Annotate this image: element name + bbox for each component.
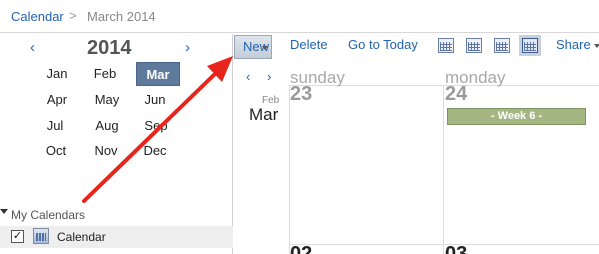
new-button[interactable]: New: [234, 35, 272, 59]
calendar-list-item[interactable]: ✓ Calendar: [0, 226, 233, 248]
grid-divider: [289, 85, 290, 254]
toolbar: New Delete Go to Today Share: [233, 34, 599, 64]
month-oct[interactable]: Oct: [37, 139, 75, 163]
sidebar: ‹ 2014 › Jan Feb Mar Apr May Jun Jul Aug…: [0, 34, 233, 254]
day-number[interactable]: 23: [290, 83, 312, 106]
row-header-month: Mar: [249, 105, 279, 124]
day-number[interactable]: 24: [445, 83, 467, 106]
my-calendars-label: My Calendars: [11, 208, 86, 222]
breadcrumb-calendar-link[interactable]: Calendar: [11, 9, 64, 24]
delete-button[interactable]: Delete: [290, 37, 328, 52]
go-to-today-button[interactable]: Go to Today: [348, 37, 418, 52]
calendar-icon: [33, 228, 49, 244]
share-button-label: Share: [556, 37, 591, 52]
week-view-icon[interactable]: [466, 38, 482, 53]
calendar-checkbox[interactable]: ✓: [11, 230, 24, 243]
month-jan[interactable]: Jan: [38, 62, 76, 86]
next-week-icon[interactable]: ›: [267, 69, 271, 84]
month-feb[interactable]: Feb: [86, 62, 124, 86]
month-aug[interactable]: Aug: [88, 114, 126, 138]
calendar-app: Calendar > March 2014 ‹ 2014 › Jan Feb M…: [0, 0, 599, 254]
grid-divider: [443, 85, 444, 254]
day-view-icon[interactable]: [438, 38, 454, 53]
month-mar[interactable]: Mar: [136, 62, 180, 86]
month-jun[interactable]: Jun: [136, 88, 174, 112]
breadcrumb-separator: >: [69, 8, 77, 23]
day-number[interactable]: 03: [445, 243, 467, 254]
breadcrumb-current: March 2014: [87, 9, 156, 24]
month-dec[interactable]: Dec: [136, 139, 174, 163]
week-event[interactable]: - Week 6 -: [447, 108, 586, 125]
month-may[interactable]: May: [88, 88, 126, 112]
collapse-triangle-icon[interactable]: [0, 209, 8, 214]
month-nov[interactable]: Nov: [87, 139, 125, 163]
share-button[interactable]: Share: [556, 37, 599, 52]
chevron-down-icon: [262, 46, 268, 50]
month-view-icon[interactable]: [494, 38, 510, 53]
chevron-down-icon: [593, 44, 599, 48]
calendar-label: Calendar: [57, 230, 106, 244]
calendar-grid: ‹ › Feb Mar sunday 23 monday 24 - Week 6…: [234, 64, 599, 254]
breadcrumb: Calendar > March 2014: [0, 0, 599, 33]
year-view-icon[interactable]: [522, 38, 538, 53]
previous-week-icon[interactable]: ‹: [246, 69, 250, 84]
month-jul[interactable]: Jul: [36, 114, 74, 138]
grid-divider: [289, 244, 599, 245]
next-year-icon[interactable]: ›: [185, 39, 190, 56]
month-sep[interactable]: Sep: [137, 114, 175, 138]
month-apr[interactable]: Apr: [38, 88, 76, 112]
year-label: 2014: [87, 37, 132, 59]
day-number[interactable]: 02: [290, 243, 312, 254]
previous-year-icon[interactable]: ‹: [30, 39, 35, 56]
my-calendars-header[interactable]: My Calendars: [0, 205, 233, 225]
